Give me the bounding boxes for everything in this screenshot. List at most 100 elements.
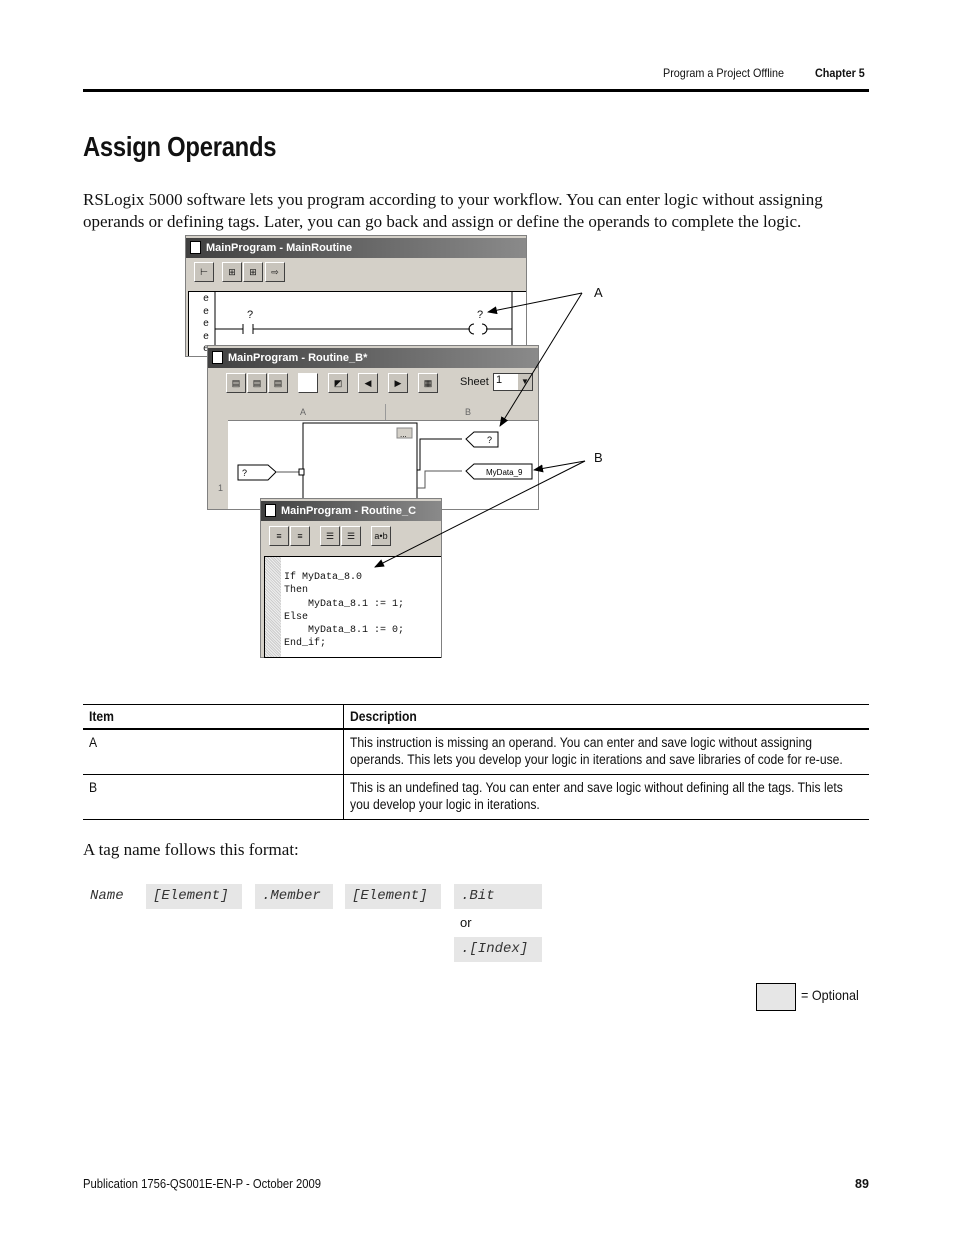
intro-paragraph: RSLogix 5000 software lets you program a…	[83, 190, 823, 231]
format-member-optional: .Member	[255, 884, 333, 909]
page-title: Assign Operands	[83, 131, 277, 162]
window-title: MainProgram - MainRoutine	[206, 242, 353, 254]
code-line: Else	[284, 611, 309, 623]
wire-button[interactable]: ▤	[268, 373, 288, 393]
rung-marker: e	[203, 344, 210, 355]
column-a: A	[300, 407, 307, 417]
sheet-select[interactable]: 1 ▼	[493, 373, 533, 391]
rung-marker: e	[203, 306, 210, 318]
output-ref-text: ?	[487, 435, 492, 445]
output-ref-text: MyData_9	[486, 468, 523, 477]
routine-icon	[190, 241, 201, 254]
previous-sheet-button[interactable]: ◀	[358, 373, 378, 393]
wire	[417, 438, 462, 471]
fbd-sheet	[228, 421, 538, 509]
coil	[468, 323, 488, 335]
sheet-label: Sheet	[460, 376, 489, 388]
column-b: B	[465, 407, 472, 417]
callout-arrow-b	[374, 460, 586, 568]
running-header-section: Program a Project Offline	[663, 66, 785, 80]
branch-level-button[interactable]: ⊞	[243, 262, 263, 282]
sheet-grid-button[interactable]: ▦	[418, 373, 438, 393]
table-row: A This instruction is missing an operand…	[83, 729, 869, 775]
column-header: A B	[228, 404, 538, 421]
input-ref-text: ?	[242, 468, 247, 478]
code-line: End_if;	[284, 638, 327, 650]
next-sheet-button[interactable]: ▶	[388, 373, 408, 393]
routine-b-window: MainProgram - Routine_B* ▤ ▤ ▤ ◩ ◀ ▶ ▦ S…	[207, 345, 539, 510]
column-header-item: Item	[83, 704, 344, 730]
ladder-editor: e e e e e ? ?	[188, 291, 526, 356]
editor-gutter	[265, 557, 281, 657]
format-intro: A tag name follows this format:	[83, 840, 299, 859]
format-index-optional: .[Index]	[454, 937, 542, 962]
coil-operand[interactable]: ?	[477, 309, 483, 321]
st-code: If MyData_8.0 Then MyData_8.1 := 1; Else M…	[284, 571, 404, 651]
new-sheet-button[interactable]	[298, 373, 318, 393]
document-page: Program a Project Offline Chapter 5 Assi…	[0, 0, 954, 1235]
unindent-button[interactable]: ≡	[290, 526, 310, 546]
format-name: Name	[90, 888, 124, 904]
format-button[interactable]: a•b	[371, 526, 391, 546]
items-table: Item Description A This instruction is m…	[83, 704, 869, 820]
table-row: B This is an undefined tag. You can ente…	[83, 774, 869, 820]
chevron-down-icon[interactable]: ▼	[518, 374, 532, 390]
branch-button[interactable]: ⊞	[222, 262, 242, 282]
rung-marker: e	[203, 294, 210, 305]
column-header-description: Description	[343, 704, 869, 730]
window-title: MainProgram - Routine_B*	[228, 352, 368, 364]
window-title: MainProgram - Routine_C	[281, 505, 417, 517]
table-header-row: Item Description	[83, 704, 869, 730]
fbd-diagram: ? ? MyData_9 ...	[214, 292, 533, 509]
code-line: MyData_8.1 := 1;	[284, 598, 405, 610]
figure: MainProgram - MainRoutine ⊢ ⊞ ⊞ ⇨ e e e …	[0, 0, 954, 700]
format-bit-optional: .Bit	[454, 884, 542, 909]
footer-publication: Publication 1756-QS001E-EN-P - October 2…	[83, 1177, 322, 1191]
indent-button[interactable]: ≡	[269, 526, 289, 546]
callout-label-b: B	[594, 450, 603, 465]
main-routine-window: MainProgram - MainRoutine ⊢ ⊞ ⊞ ⇨ e e e …	[185, 235, 527, 357]
callout-arrows	[374, 292, 586, 568]
output-reference-1[interactable]	[465, 431, 499, 448]
description-cell: This instruction is missing an operand. …	[343, 729, 869, 775]
rung-button[interactable]: ⊢	[194, 262, 214, 282]
running-header-chapter: Chapter 5	[815, 66, 865, 80]
delete-sheet-button[interactable]: ◩	[328, 373, 348, 393]
format-element-optional: [Element]	[345, 884, 441, 909]
header-rule	[83, 89, 869, 92]
code-line: If MyData_8.0	[284, 572, 363, 583]
st-icon	[265, 504, 276, 517]
item-cell: B	[83, 774, 344, 820]
output-ref-button[interactable]: ▤	[247, 373, 267, 393]
sheet-value: 1	[496, 374, 503, 386]
routine-c-window: MainProgram - Routine_C ≡ ≡ ☰ ☰ a•b If M…	[260, 498, 442, 658]
input-reference[interactable]	[237, 464, 277, 481]
window-title-bar: MainProgram - Routine_B*	[208, 348, 538, 368]
output-reference-2[interactable]	[465, 463, 533, 480]
block-properties-button[interactable]	[396, 427, 413, 439]
callout-arrow-b	[533, 460, 586, 473]
page-number: 89	[855, 1177, 869, 1191]
comment-button[interactable]: ☰	[320, 526, 340, 546]
window-title-bar: MainProgram - Routine_C	[261, 501, 441, 521]
function-block[interactable]	[302, 422, 418, 509]
callout-arrow-a	[499, 292, 583, 427]
contact-button[interactable]: ⇨	[265, 262, 285, 282]
format-element-optional: [Element]	[146, 884, 242, 909]
input-ref-button[interactable]: ▤	[226, 373, 246, 393]
st-editor[interactable]: If MyData_8.0 Then MyData_8.1 := 1; Else M…	[264, 556, 441, 658]
rung-marker: e	[203, 319, 210, 330]
window-title-bar: MainProgram - MainRoutine	[186, 238, 526, 258]
optional-legend-swatch	[756, 983, 796, 1011]
rung-marker: e	[203, 331, 210, 343]
description-cell: This is an undefined tag. You can enter …	[343, 774, 869, 820]
uncomment-button[interactable]: ☰	[341, 526, 361, 546]
item-cell: A	[83, 729, 344, 775]
block-button-text: ...	[400, 430, 407, 439]
format-or: or	[460, 915, 472, 930]
wire	[417, 470, 462, 489]
callout-label-a: A	[594, 285, 603, 300]
rung-markers: e e e e e	[203, 294, 210, 356]
code-line: MyData_8.1 := 0;	[284, 625, 405, 637]
contact-operand[interactable]: ?	[247, 309, 253, 321]
